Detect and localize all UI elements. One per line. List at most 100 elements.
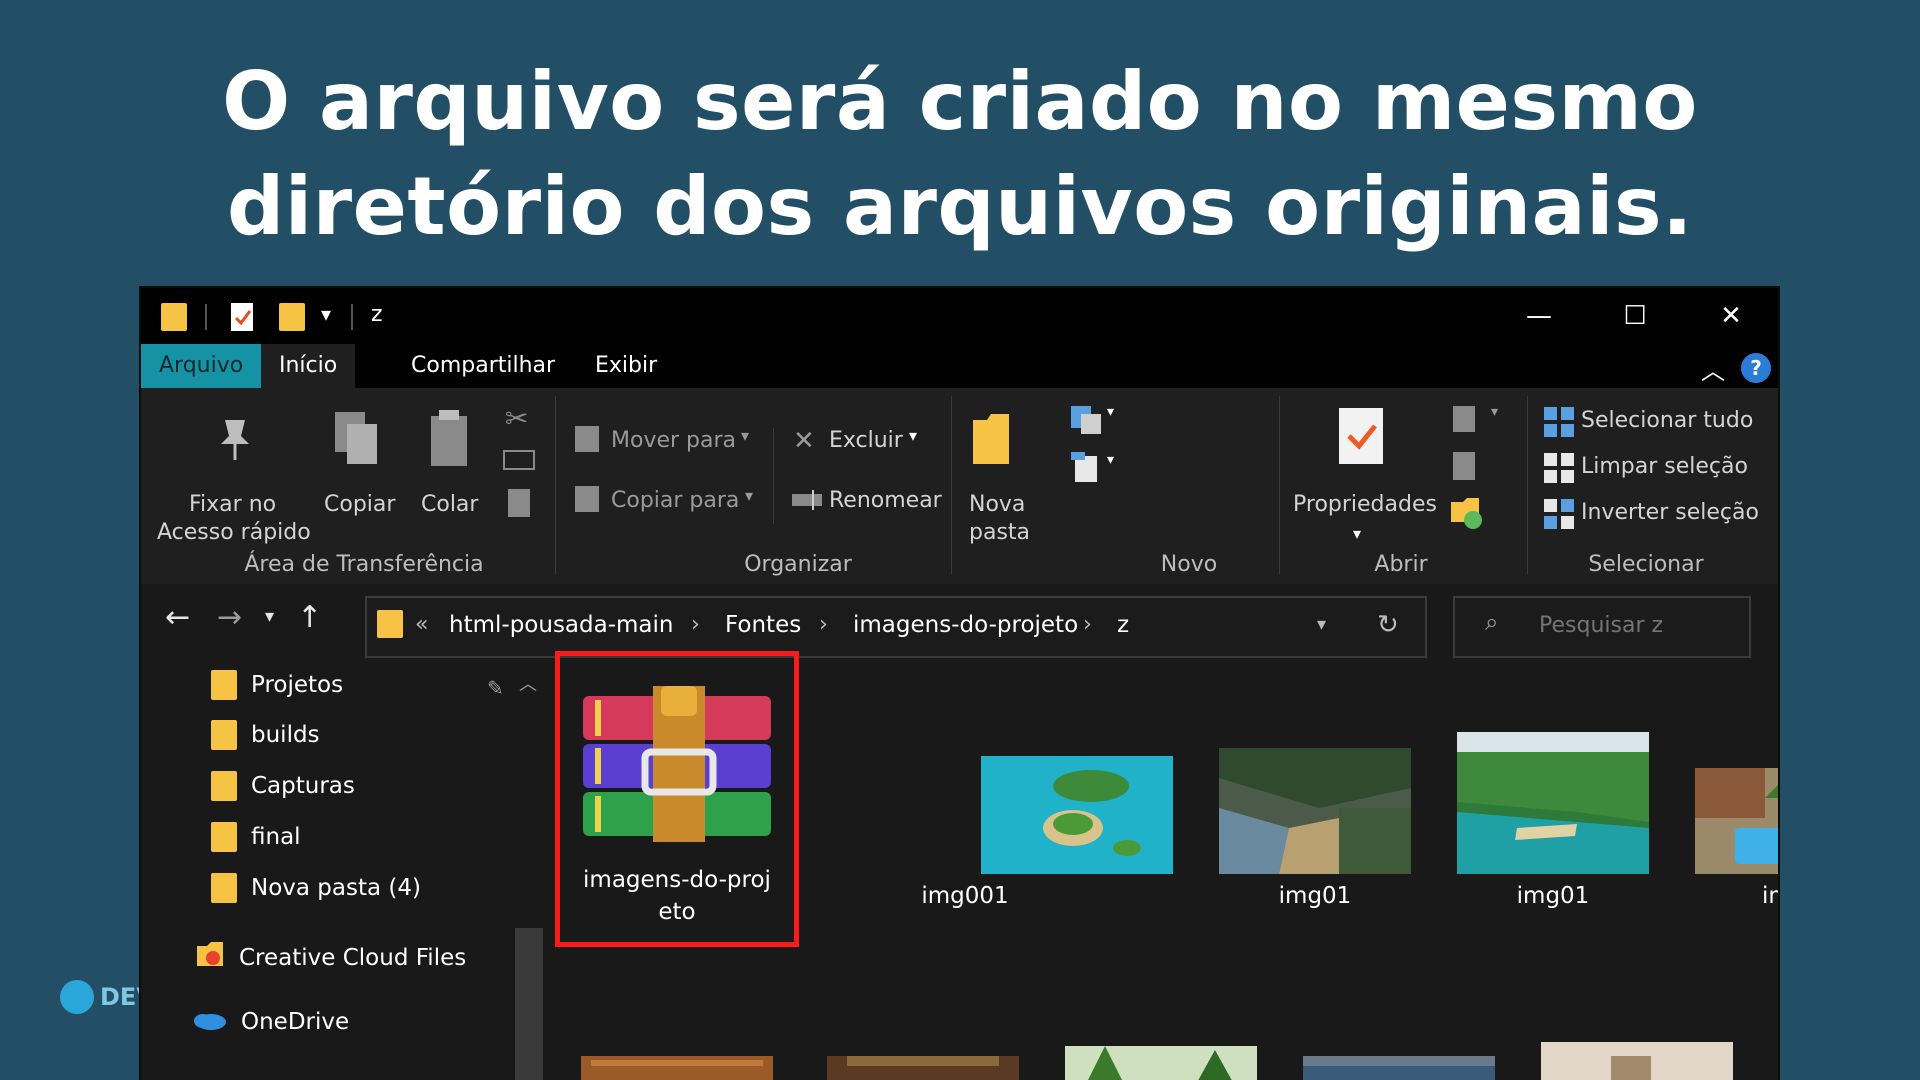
- group-label-select: Selecionar: [1588, 552, 1704, 577]
- delete-dropdown-icon[interactable]: ▾: [909, 426, 917, 445]
- paste-button[interactable]: Colar: [421, 492, 478, 517]
- file-item-img1[interactable]: img1: [1695, 668, 1778, 909]
- scroll-up-icon[interactable]: ︿: [519, 670, 537, 696]
- file-name: img1: [1761, 883, 1778, 909]
- cut-icon[interactable]: ✂: [505, 402, 528, 435]
- pin-label-2[interactable]: Acesso rápido: [157, 520, 311, 545]
- select-none-icon[interactable]: [1543, 452, 1575, 488]
- headline-line-2: diretório dos arquivos originais.: [226, 160, 1694, 253]
- copy-icon[interactable]: [331, 408, 383, 474]
- new-folder-label-1[interactable]: Nova: [969, 492, 1025, 517]
- pin-label-1[interactable]: Fixar no: [189, 492, 276, 517]
- image-thumbnail-partial[interactable]: [827, 1056, 1019, 1080]
- copy-to-dropdown-icon[interactable]: ▾: [745, 486, 753, 505]
- move-to-button[interactable]: Mover para: [611, 428, 736, 453]
- nav-item-builds[interactable]: builds: [211, 720, 320, 750]
- select-all-button[interactable]: Selecionar tudo: [1581, 408, 1753, 433]
- group-separator: [773, 428, 774, 524]
- move-to-icon[interactable]: [573, 424, 601, 458]
- folder-icon: [377, 610, 403, 638]
- open-icon[interactable]: [1451, 404, 1477, 438]
- collapse-ribbon-icon[interactable]: ︿: [1701, 351, 1725, 386]
- search-input[interactable]: [1537, 612, 1741, 639]
- toolbar-separator: [205, 304, 207, 330]
- nav-item-projetos[interactable]: Projetos: [211, 670, 343, 700]
- nav-item-creative-cloud[interactable]: Creative Cloud Files: [195, 940, 466, 976]
- nav-item-onedrive[interactable]: OneDrive: [191, 1007, 349, 1037]
- easy-access-icon[interactable]: [1069, 450, 1101, 488]
- overflow-icon[interactable]: «: [415, 612, 428, 637]
- image-thumbnail-partial[interactable]: [1303, 1056, 1495, 1080]
- move-to-dropdown-icon[interactable]: ▾: [741, 426, 749, 445]
- properties-dropdown-icon[interactable]: ▾: [1353, 524, 1361, 543]
- tab-exibir[interactable]: Exibir: [577, 344, 675, 388]
- file-item-rar-archive[interactable]: imagens-do-proj eto: [581, 668, 773, 938]
- help-icon[interactable]: ?: [1741, 353, 1771, 383]
- copy-to-button[interactable]: Copiar para: [611, 488, 739, 513]
- close-button[interactable]: ✕: [1711, 298, 1751, 334]
- refresh-icon[interactable]: ↻: [1377, 610, 1399, 640]
- up-arrow-icon[interactable]: ↑: [297, 600, 322, 635]
- tab-arquivo[interactable]: Arquivo: [141, 344, 262, 388]
- search-box[interactable]: ⌕: [1453, 596, 1751, 658]
- breadcrumb-fontes[interactable]: Fontes: [725, 612, 801, 638]
- file-name-line-1: imagens-do-proj: [583, 867, 771, 893]
- paste-icon[interactable]: [427, 408, 471, 474]
- properties-button[interactable]: Propriedades: [1293, 492, 1437, 517]
- easy-access-dropdown-icon[interactable]: ▾: [1107, 452, 1114, 468]
- tab-inicio[interactable]: Início: [261, 344, 356, 388]
- recent-locations-icon[interactable]: ▾: [265, 606, 274, 627]
- file-item-img01[interactable]: img01: [1219, 668, 1411, 909]
- delete-icon[interactable]: ✕: [793, 426, 815, 456]
- breadcrumb-imagens-do-projeto[interactable]: imagens-do-projeto: [853, 612, 1078, 638]
- history-icon[interactable]: [1449, 496, 1485, 534]
- nav-item-label: OneDrive: [241, 1009, 350, 1035]
- tab-compartilhar[interactable]: Compartilhar: [393, 344, 573, 388]
- breadcrumb-html-pousada-main[interactable]: html-pousada-main: [449, 612, 673, 638]
- maximize-button[interactable]: ☐: [1615, 298, 1655, 334]
- file-item-img01[interactable]: img01: [1457, 668, 1649, 909]
- rename-button[interactable]: Renomear: [829, 488, 942, 513]
- image-thumbnail-partial[interactable]: [581, 1056, 773, 1080]
- new-folder-quick-icon[interactable]: [279, 303, 305, 331]
- forward-arrow-icon[interactable]: →: [217, 600, 242, 635]
- group-label-open: Abrir: [1374, 552, 1428, 577]
- address-dropdown-icon[interactable]: ▾: [1317, 614, 1326, 635]
- file-item-img001[interactable]: img001: [921, 668, 1173, 909]
- copy-to-icon[interactable]: [573, 484, 601, 518]
- new-item-dropdown-icon[interactable]: ▾: [1107, 404, 1114, 420]
- nav-item-nova-pasta-4[interactable]: Nova pasta (4): [211, 873, 421, 903]
- copy-button[interactable]: Copiar: [324, 492, 395, 517]
- toolbar-separator: [351, 304, 353, 330]
- back-arrow-icon[interactable]: ←: [165, 600, 190, 635]
- image-thumbnail-bay: [1457, 732, 1649, 874]
- new-folder-label-2[interactable]: pasta: [969, 520, 1030, 545]
- address-bar[interactable]: « html-pousada-main › Fontes › imagens-d…: [365, 596, 1427, 658]
- invert-selection-button[interactable]: Inverter seleção: [1581, 500, 1759, 525]
- edit-icon[interactable]: [1451, 450, 1477, 486]
- invert-selection-icon[interactable]: [1543, 498, 1575, 534]
- image-thumbnail-partial[interactable]: [1065, 1046, 1257, 1080]
- minimize-button[interactable]: —: [1519, 298, 1559, 334]
- nav-item-label: Creative Cloud Files: [239, 945, 467, 971]
- properties-quick-icon[interactable]: [229, 301, 257, 337]
- pin-icon[interactable]: [211, 414, 259, 466]
- group-label-new: Novo: [1160, 552, 1218, 577]
- image-thumbnail-partial[interactable]: [1541, 1042, 1733, 1080]
- rename-icon[interactable]: [791, 490, 823, 514]
- new-folder-icon[interactable]: [969, 410, 1013, 472]
- properties-icon[interactable]: [1337, 404, 1385, 470]
- copy-path-icon[interactable]: [503, 450, 535, 474]
- open-dropdown-icon[interactable]: ▾: [1491, 404, 1498, 420]
- select-none-button[interactable]: Limpar seleção: [1581, 454, 1748, 479]
- nav-item-final[interactable]: final: [211, 822, 301, 852]
- select-all-icon[interactable]: [1543, 406, 1575, 442]
- delete-button[interactable]: Excluir: [829, 428, 903, 453]
- breadcrumb-z[interactable]: z: [1117, 612, 1129, 638]
- customize-quick-access-icon[interactable]: ▾: [321, 302, 331, 326]
- scrollbar-thumb[interactable]: [515, 928, 543, 1080]
- nav-item-capturas[interactable]: Capturas: [211, 771, 355, 801]
- pin-icon: ✎: [487, 676, 504, 700]
- new-item-icon[interactable]: [1069, 404, 1105, 440]
- paste-shortcut-icon[interactable]: [507, 488, 531, 522]
